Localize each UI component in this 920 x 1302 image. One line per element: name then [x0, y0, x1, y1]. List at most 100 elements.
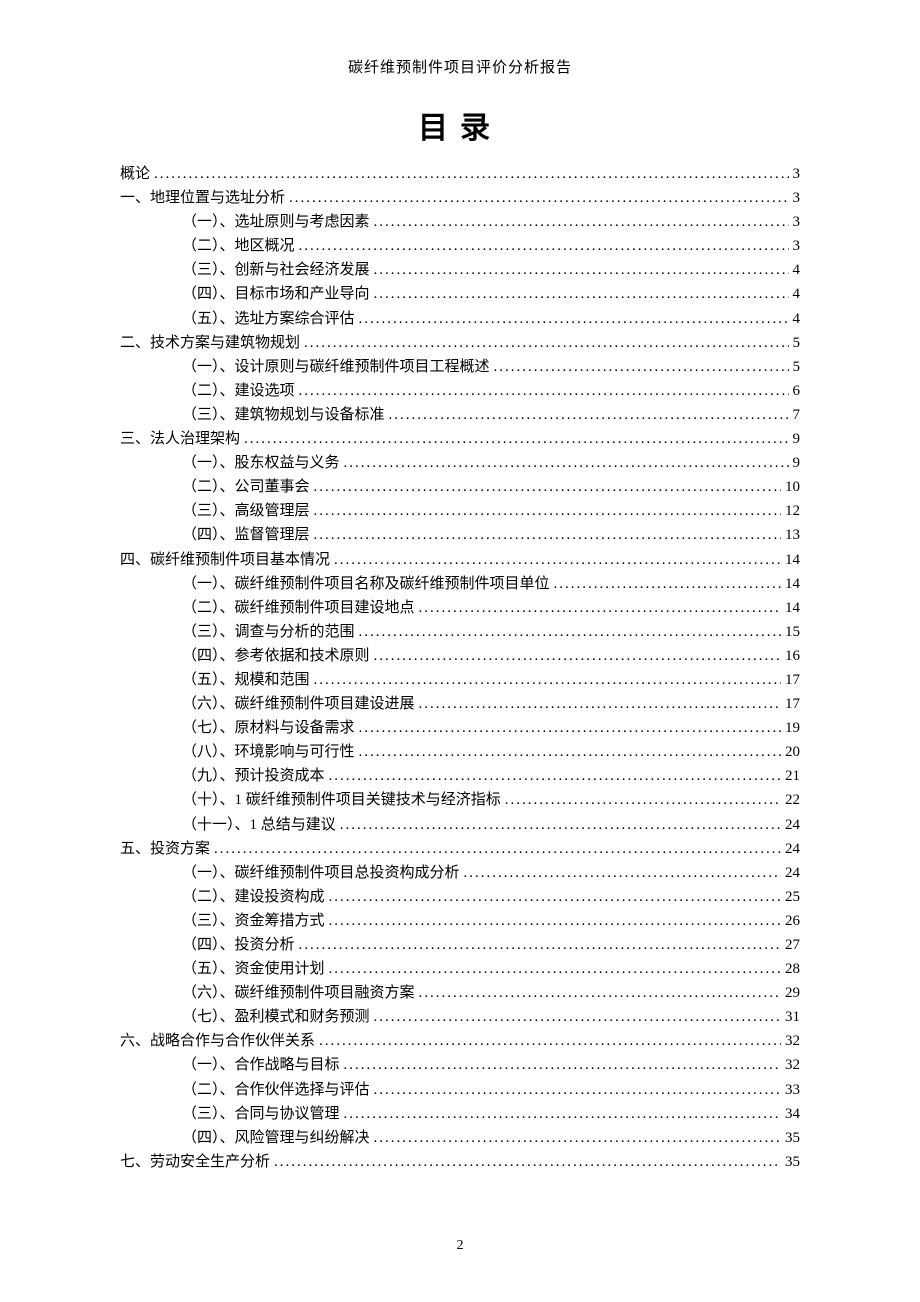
toc-leader-dots [334, 553, 781, 568]
toc-entry: （五）、规模和范围17 [120, 673, 800, 688]
toc-entry: （二）、地区概况3 [120, 239, 800, 254]
toc-leader-dots [344, 456, 789, 471]
toc-leader-dots [314, 528, 781, 543]
toc-entry-label: （十一）、1 总结与建议 [182, 818, 336, 833]
toc-entry-page: 20 [785, 745, 800, 760]
toc-leader-dots [344, 1058, 781, 1073]
toc-leader-dots [419, 986, 781, 1001]
toc-entry: 一、地理位置与选址分析3 [120, 191, 800, 206]
toc-entry-label: （七）、原材料与设备需求 [182, 721, 355, 736]
toc-leader-dots [299, 938, 781, 953]
toc-entry-label: （五）、规模和范围 [182, 673, 310, 688]
toc-entry-label: （九）、预计投资成本 [182, 769, 325, 784]
toc-entry: （九）、预计投资成本 21 [120, 769, 800, 784]
toc-entry: 三、法人治理架构9 [120, 432, 800, 447]
toc-entry-page: 14 [785, 601, 800, 616]
toc-leader-dots [214, 842, 781, 857]
toc-entry-label: （十）、1 碳纤维预制件项目关键技术与经济指标 [182, 793, 501, 808]
toc-entry-label: （二）、建设投资构成 [182, 890, 325, 905]
toc-entry-page: 17 [785, 697, 800, 712]
toc-entry: （七）、盈利模式和财务预测31 [120, 1010, 800, 1025]
toc-entry-label: （二）、地区概况 [182, 239, 295, 254]
toc-entry: （一）、碳纤维预制件项目总投资构成分析 24 [120, 866, 800, 881]
toc-entry-label: 三、法人治理架构 [120, 432, 240, 447]
toc-entry: 七、劳动安全生产分析 35 [120, 1155, 800, 1170]
toc-entry: （四）、目标市场和产业导向4 [120, 287, 800, 302]
toc-entry-label: （三）、高级管理层 [182, 504, 310, 519]
toc-entry: 六、战略合作与合作伙伴关系32 [120, 1034, 800, 1049]
toc-entry-page: 3 [793, 191, 801, 206]
toc-entry-label: （一）、合作战略与目标 [182, 1058, 340, 1073]
toc-leader-dots [274, 1155, 781, 1170]
toc-leader-dots [314, 480, 781, 495]
toc-entry: 四、碳纤维预制件项目基本情况 14 [120, 553, 800, 568]
toc-entry-page: 16 [785, 649, 800, 664]
toc-leader-dots [359, 625, 781, 640]
toc-entry-label: （二）、公司董事会 [182, 480, 310, 495]
toc-entry: （三）、创新与社会经济发展4 [120, 263, 800, 278]
toc-title: 目录 [120, 103, 800, 147]
toc-entry: （二）、合作伙伴选择与评估33 [120, 1083, 800, 1098]
toc-entry-page: 14 [785, 553, 800, 568]
toc-leader-dots [314, 673, 781, 688]
toc-leader-dots [505, 793, 781, 808]
toc-entry-label: （三）、建筑物规划与设备标准 [182, 408, 385, 423]
toc-leader-dots [154, 167, 788, 182]
toc-leader-dots [464, 866, 781, 881]
toc-entry-page: 4 [793, 312, 801, 327]
toc-entry-label: （五）、资金使用计划 [182, 962, 325, 977]
toc-entry-label: 六、战略合作与合作伙伴关系 [120, 1034, 315, 1049]
toc-entry: （四）、投资分析27 [120, 938, 800, 953]
toc-entry-label: 四、碳纤维预制件项目基本情况 [120, 553, 330, 568]
toc-entry-page: 4 [793, 287, 801, 302]
toc-entry-label: （三）、创新与社会经济发展 [182, 263, 370, 278]
toc-entry-label: 七、劳动安全生产分析 [120, 1155, 270, 1170]
toc-leader-dots [329, 962, 781, 977]
toc-leader-dots [299, 239, 789, 254]
toc-entry-page: 12 [785, 504, 800, 519]
toc-leader-dots [359, 312, 789, 327]
toc-entry: （一）、碳纤维预制件项目名称及碳纤维预制件项目单位 14 [120, 577, 800, 592]
toc-leader-dots [374, 215, 789, 230]
toc-entry: （五）、资金使用计划 28 [120, 962, 800, 977]
toc-entry-page: 27 [785, 938, 800, 953]
toc-entry-page: 3 [793, 215, 801, 230]
toc-entry: （一）、合作战略与目标32 [120, 1058, 800, 1073]
toc-entry: （四）、监督管理层13 [120, 528, 800, 543]
toc-leader-dots [319, 1034, 781, 1049]
toc-entry-label: （一）、碳纤维预制件项目名称及碳纤维预制件项目单位 [182, 577, 550, 592]
toc-leader-dots [329, 890, 781, 905]
toc-leader-dots [289, 191, 788, 206]
toc-entry: （二）、碳纤维预制件项目建设地点14 [120, 601, 800, 616]
toc-entry-page: 35 [785, 1155, 800, 1170]
toc-entry-label: （七）、盈利模式和财务预测 [182, 1010, 370, 1025]
toc-entry: （七）、原材料与设备需求19 [120, 721, 800, 736]
toc-entry: （三）、调查与分析的范围15 [120, 625, 800, 640]
toc-leader-dots [314, 504, 781, 519]
toc-entry-label: （四）、监督管理层 [182, 528, 310, 543]
toc-entry-label: （四）、风险管理与纠纷解决 [182, 1131, 370, 1146]
toc-entry: （二）、建设投资构成25 [120, 890, 800, 905]
table-of-contents: 概论3一、地理位置与选址分析3（一）、选址原则与考虑因素3（二）、地区概况3（三… [120, 167, 800, 1170]
toc-entry-page: 10 [785, 480, 800, 495]
toc-entry: （三）、资金筹措方式26 [120, 914, 800, 929]
toc-leader-dots [299, 384, 789, 399]
toc-entry: （六）、碳纤维预制件项目融资方案29 [120, 986, 800, 1001]
toc-entry: （一）、设计原则与碳纤维预制件项目工程概述5 [120, 360, 800, 375]
toc-entry: （一）、选址原则与考虑因素3 [120, 215, 800, 230]
toc-leader-dots [374, 1010, 781, 1025]
toc-entry-label: （一）、碳纤维预制件项目总投资构成分析 [182, 866, 460, 881]
toc-entry: （三）、高级管理层 12 [120, 504, 800, 519]
toc-leader-dots [374, 263, 789, 278]
toc-entry: （一）、股东权益与义务9 [120, 456, 800, 471]
toc-entry-page: 15 [785, 625, 800, 640]
toc-entry-page: 9 [793, 456, 801, 471]
toc-entry: （二）、公司董事会 10 [120, 480, 800, 495]
toc-entry-page: 14 [785, 577, 800, 592]
toc-entry-page: 24 [785, 866, 800, 881]
toc-entry-page: 5 [793, 360, 801, 375]
toc-entry-page: 28 [785, 962, 800, 977]
toc-entry: （三）、合同与协议管理34 [120, 1107, 800, 1122]
toc-entry-page: 3 [793, 167, 801, 182]
toc-entry-page: 21 [785, 769, 800, 784]
